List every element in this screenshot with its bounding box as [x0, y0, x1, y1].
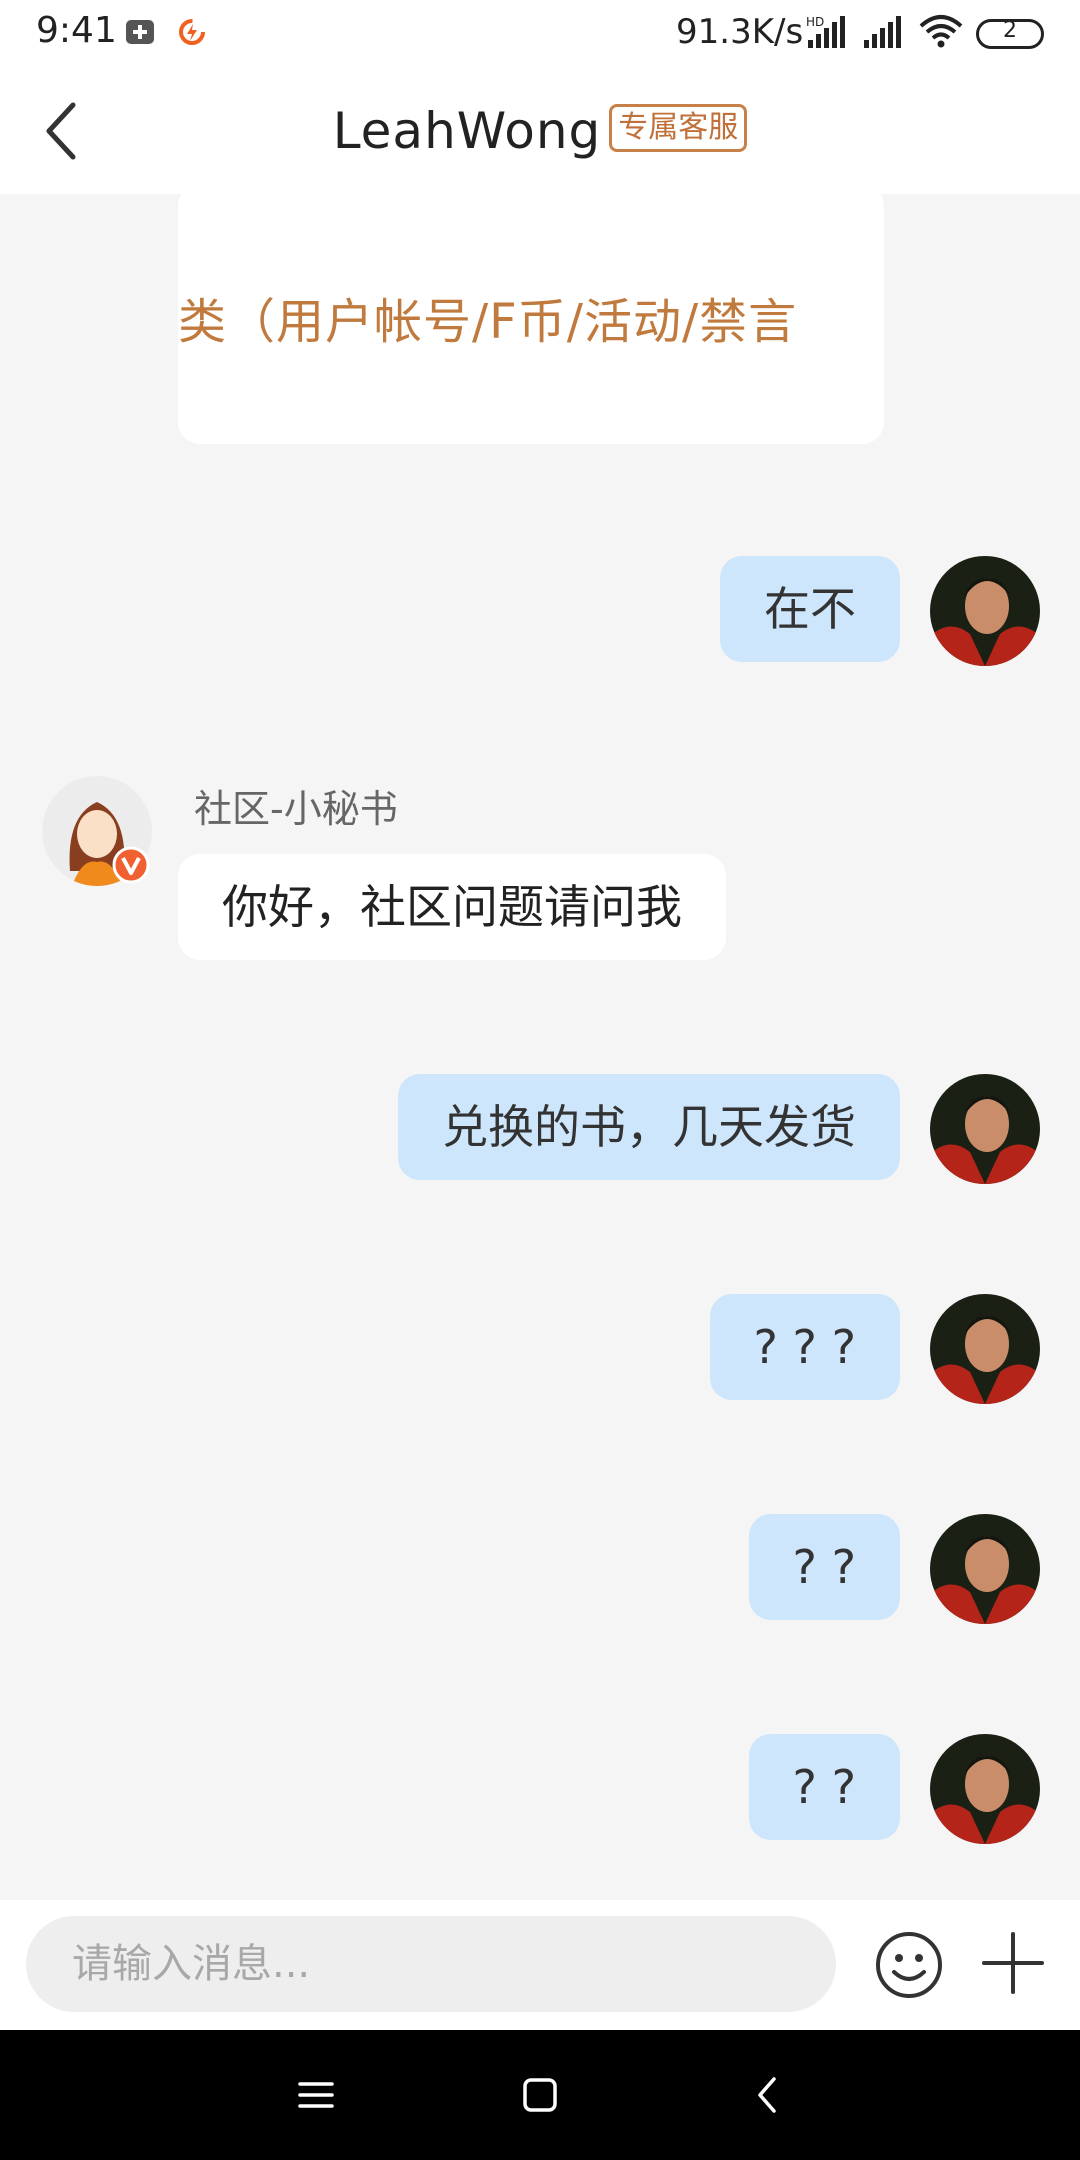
user-avatar-image: [930, 1074, 1040, 1184]
user-avatar[interactable]: [930, 1514, 1040, 1624]
user-avatar[interactable]: [930, 1294, 1040, 1404]
contact-name: LeahWong: [332, 102, 602, 160]
signal-icon: [864, 16, 901, 48]
message-list[interactable]: 类（用户帐号/F币/活动/禁言 在不 社区-小秘书 你好，社区问题请问我 兑换的…: [0, 194, 1080, 1900]
home-button[interactable]: [510, 2065, 570, 2125]
flash-app-icon: [179, 19, 205, 45]
message-input[interactable]: [26, 1916, 836, 2012]
outgoing-message[interactable]: ? ?: [748, 1514, 900, 1620]
outgoing-message[interactable]: 在不: [720, 556, 900, 662]
wifi-icon: [919, 15, 963, 48]
user-avatar-image: [930, 1514, 1040, 1624]
incoming-message[interactable]: 你好，社区问题请问我: [178, 854, 726, 960]
hd-signal-icon: HD: [806, 15, 845, 48]
info-card[interactable]: 类（用户帐号/F币/活动/禁言: [178, 194, 884, 444]
verified-badge-icon: [112, 846, 150, 884]
emoji-icon[interactable]: [872, 1928, 946, 2002]
menu-button[interactable]: [286, 2065, 346, 2125]
svg-text:HD: HD: [806, 15, 824, 29]
network-speed: 91.3K/s: [676, 12, 804, 52]
battery-icon: 2: [976, 18, 1044, 49]
back-triangle-icon: [758, 2077, 776, 2113]
system-nav-bar: [0, 2030, 1080, 2160]
user-avatar[interactable]: [930, 1734, 1040, 1844]
sender-name: 社区-小秘书: [194, 787, 398, 831]
user-avatar-image: [930, 556, 1040, 666]
plus-icon[interactable]: [978, 1928, 1048, 1998]
user-avatar-image: [930, 1294, 1040, 1404]
outgoing-message[interactable]: ? ? ?: [709, 1294, 900, 1400]
menu-icon: [298, 2082, 334, 2108]
status-time: 9:41: [36, 10, 117, 51]
plus-box-icon: [126, 20, 154, 44]
info-card-text: 类（用户帐号/F币/活动/禁言: [178, 294, 798, 350]
user-avatar-image: [930, 1734, 1040, 1844]
user-avatar[interactable]: [930, 1074, 1040, 1184]
service-badge: 专属客服: [609, 104, 748, 152]
outgoing-message[interactable]: ? ?: [748, 1734, 900, 1840]
status-bar: 9:41 91.3K/s HD 2: [0, 0, 1080, 68]
input-bar: [0, 1900, 1080, 2030]
outgoing-message[interactable]: 兑换的书，几天发货: [398, 1074, 900, 1180]
user-avatar[interactable]: [930, 556, 1040, 666]
chat-title: LeahWong 专属客服: [0, 98, 1080, 164]
system-back-button[interactable]: [738, 2065, 798, 2125]
battery-level: 2: [1003, 18, 1017, 43]
chat-header: LeahWong 专属客服: [0, 68, 1080, 194]
home-icon: [523, 2078, 557, 2112]
